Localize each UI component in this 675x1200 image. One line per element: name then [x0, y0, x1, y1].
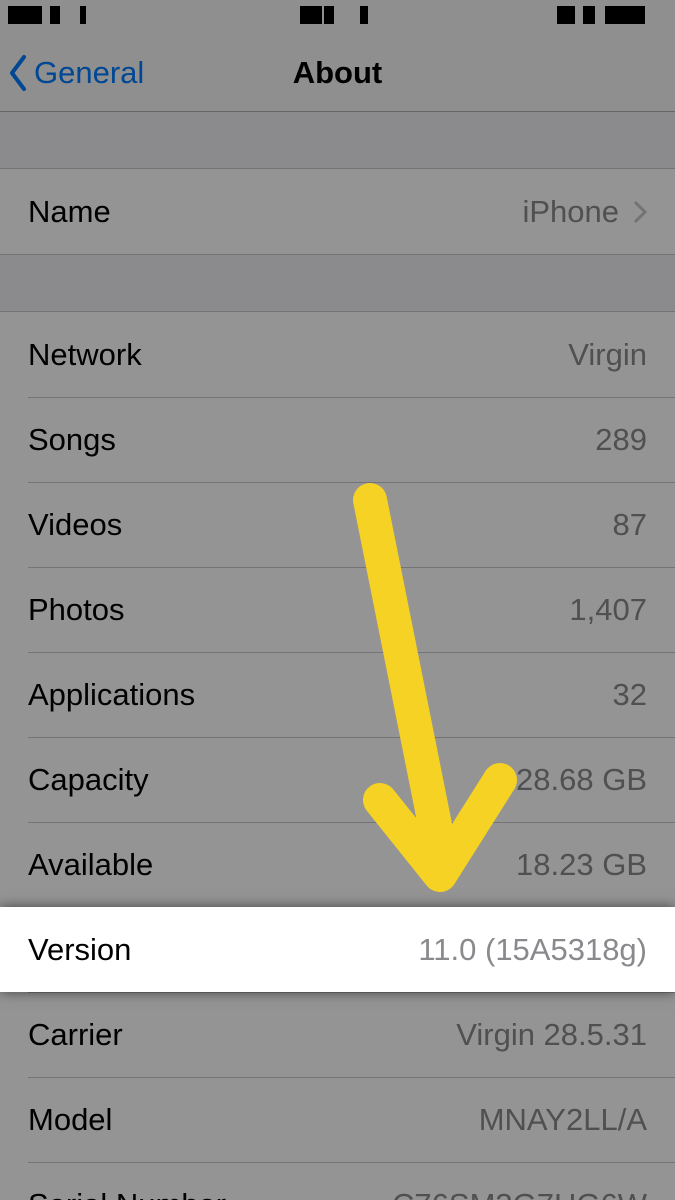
section-spacer — [0, 112, 675, 168]
row-network: Network Virgin — [0, 312, 675, 397]
version-value: 11.0 (15A5318g) — [418, 932, 647, 968]
row-videos: Videos 87 — [0, 482, 675, 567]
applications-value: 32 — [613, 677, 647, 713]
videos-label: Videos — [28, 507, 122, 543]
row-capacity: Capacity 28.68 GB — [0, 737, 675, 822]
version-label: Version — [28, 932, 131, 968]
version-highlight: Version 11.0 (15A5318g) — [0, 907, 675, 992]
row-available: Available 18.23 GB — [0, 822, 675, 907]
model-label: Model — [28, 1102, 112, 1138]
row-version-highlighted: Version 11.0 (15A5318g) — [0, 907, 675, 992]
row-songs: Songs 289 — [0, 397, 675, 482]
network-label: Network — [28, 337, 142, 373]
capacity-value: 28.68 GB — [516, 762, 647, 798]
name-value: iPhone — [522, 194, 647, 230]
photos-value: 1,407 — [569, 592, 647, 628]
carrier-label: Carrier — [28, 1017, 123, 1053]
name-value-text: iPhone — [522, 194, 619, 230]
videos-value: 87 — [613, 507, 647, 543]
songs-label: Songs — [28, 422, 116, 458]
carrier-value: Virgin 28.5.31 — [456, 1017, 647, 1053]
name-group: Name iPhone — [0, 168, 675, 255]
about-screen: General About Name iPhone Network Virgin… — [0, 0, 675, 1200]
serial-value: C76SM3G7HG6W — [392, 1187, 647, 1200]
available-value: 18.23 GB — [516, 847, 647, 883]
section-spacer — [0, 255, 675, 311]
row-serial-number: Serial Number C76SM3G7HG6W — [0, 1162, 675, 1200]
chevron-right-icon — [633, 200, 647, 224]
row-carrier: Carrier Virgin 28.5.31 — [0, 992, 675, 1077]
songs-value: 289 — [595, 422, 647, 458]
serial-label: Serial Number — [28, 1187, 226, 1200]
available-label: Available — [28, 847, 153, 883]
photos-label: Photos — [28, 592, 125, 628]
status-bar — [0, 0, 675, 34]
back-button[interactable]: General — [6, 34, 144, 112]
network-value: Virgin — [568, 337, 647, 373]
row-model: Model MNAY2LL/A — [0, 1077, 675, 1162]
back-label: General — [34, 55, 144, 91]
model-value: MNAY2LL/A — [479, 1102, 647, 1138]
row-name[interactable]: Name iPhone — [0, 169, 675, 254]
row-applications: Applications 32 — [0, 652, 675, 737]
nav-bar: General About — [0, 34, 675, 112]
row-photos: Photos 1,407 — [0, 567, 675, 652]
chevron-left-icon — [6, 53, 30, 93]
applications-label: Applications — [28, 677, 195, 713]
details-group: Network Virgin Songs 289 Videos 87 Photo… — [0, 311, 675, 1200]
name-label: Name — [28, 194, 111, 230]
capacity-label: Capacity — [28, 762, 149, 798]
